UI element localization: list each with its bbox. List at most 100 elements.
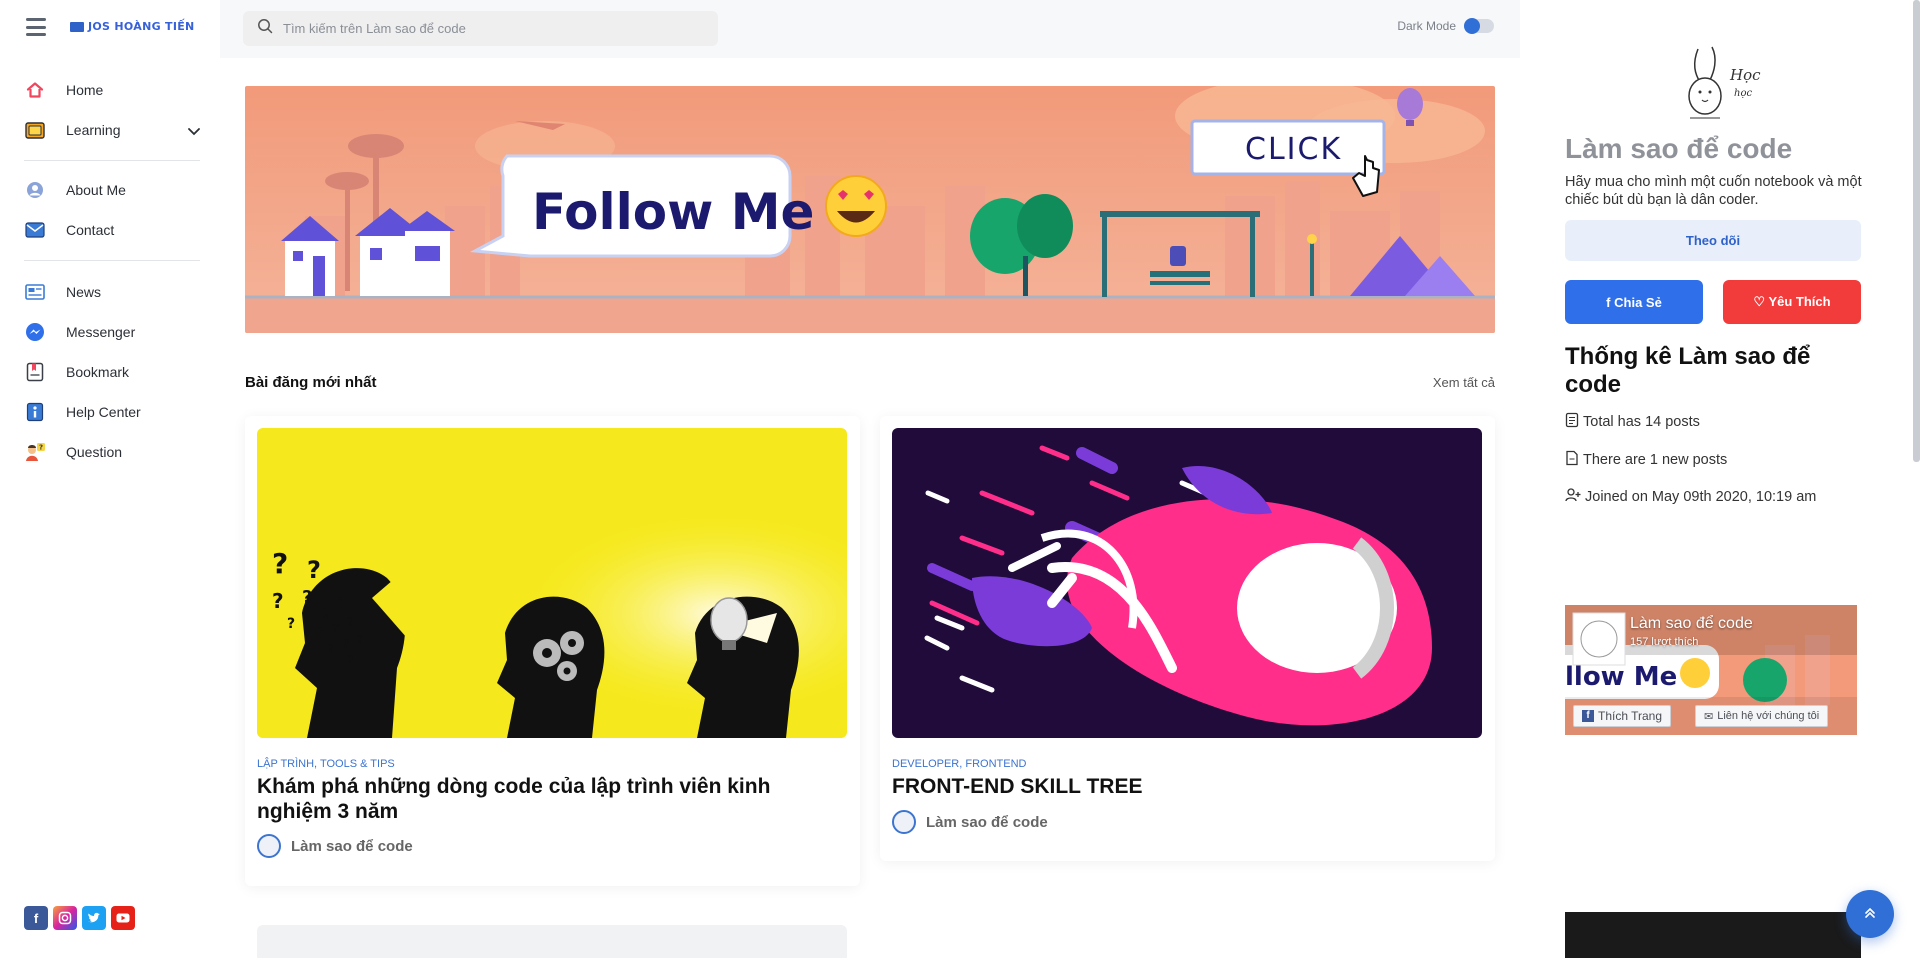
svg-text:học: học bbox=[1734, 88, 1752, 99]
sidebar-divider bbox=[24, 260, 200, 261]
post-card: ?? ?? ?? ?? ?? ?? ?? LẬP TRÌNH, TOOLS & … bbox=[245, 416, 860, 886]
share-button[interactable]: f Chia Sẻ bbox=[1565, 280, 1703, 324]
sidebar-divider bbox=[24, 160, 200, 161]
post-title[interactable]: FRONT-END SKILL TREE bbox=[892, 774, 1482, 799]
facebook-page-widget[interactable]: llow Me Làm sao để code 157 lượt thích f… bbox=[1565, 605, 1857, 735]
sidebar-item-question[interactable]: ? Question bbox=[24, 436, 200, 468]
svg-text:?: ? bbox=[39, 444, 43, 452]
site-name: Làm sao để code bbox=[1565, 133, 1793, 164]
page-scrollbar[interactable] bbox=[1913, 0, 1920, 462]
right-panel: Học học Làm sao để code Hãy mua cho mình… bbox=[1520, 0, 1920, 958]
sidebar-item-news[interactable]: News bbox=[24, 276, 200, 308]
dark-mode-label: Dark Mode bbox=[1397, 19, 1456, 33]
file-icon bbox=[1565, 450, 1579, 470]
avatar bbox=[892, 810, 916, 834]
bookmark-icon bbox=[24, 361, 46, 383]
search-icon bbox=[257, 18, 273, 39]
click-text: CLICK bbox=[1245, 132, 1342, 167]
svg-text:?: ? bbox=[347, 653, 353, 666]
fb-contact-label: Liên hệ với chúng tôi bbox=[1717, 710, 1820, 722]
sidebar-item-contact[interactable]: Contact bbox=[24, 214, 200, 246]
facebook-icon: f bbox=[1606, 294, 1615, 310]
svg-text:?: ? bbox=[322, 603, 331, 622]
svg-text:?: ? bbox=[302, 587, 312, 608]
sidebar-item-about-me[interactable]: About Me bbox=[24, 174, 200, 206]
post-thumbnail[interactable]: ?? ?? ?? ?? ?? ?? ?? bbox=[257, 428, 847, 738]
fb-page-name[interactable]: Làm sao để code bbox=[1630, 615, 1753, 633]
follow-me-banner[interactable]: Follow Me CLICK bbox=[245, 86, 1495, 333]
dark-mode-switch: Dark Mode bbox=[1397, 18, 1494, 34]
home-icon bbox=[24, 79, 46, 101]
info-icon bbox=[24, 401, 46, 423]
chevron-down-icon[interactable] bbox=[188, 123, 200, 141]
search-input[interactable] bbox=[283, 21, 703, 36]
flag-icon bbox=[70, 21, 84, 32]
author-name: Làm sao để code bbox=[291, 837, 413, 855]
svg-text:?: ? bbox=[342, 637, 349, 651]
menu-toggle-icon[interactable] bbox=[26, 18, 46, 36]
love-button[interactable]: ♡ Yêu Thích bbox=[1723, 280, 1861, 324]
sidebar-item-help-center[interactable]: Help Center bbox=[24, 396, 200, 428]
post-title[interactable]: Khám phá những dòng code của lập trình v… bbox=[257, 774, 847, 824]
svg-text:Học: Học bbox=[1729, 66, 1761, 84]
svg-text:?: ? bbox=[317, 626, 325, 642]
question-icon: ? bbox=[24, 441, 46, 463]
see-all-link[interactable]: Xem tất cả bbox=[1433, 375, 1495, 390]
double-chevron-up-icon bbox=[1863, 906, 1877, 923]
brand-name: JOS HOÀNG TIẾN bbox=[88, 20, 195, 33]
messenger-icon bbox=[24, 321, 46, 343]
stat-text: Total has 14 posts bbox=[1583, 414, 1700, 430]
love-label: Yêu Thích bbox=[1768, 294, 1831, 309]
share-label: Chia Sẻ bbox=[1614, 294, 1662, 310]
search-bar[interactable] bbox=[243, 11, 718, 46]
sidebar-item-home[interactable]: Home bbox=[24, 74, 200, 106]
post-category[interactable]: LẬP TRÌNH, TOOLS & TIPS bbox=[257, 758, 395, 770]
fb-like-label: Thích Trang bbox=[1598, 709, 1663, 723]
mail-icon bbox=[24, 219, 46, 241]
fb-contact-button[interactable]: ✉ Liên hệ với chúng tôi bbox=[1695, 705, 1829, 727]
post-author[interactable]: Làm sao để code bbox=[257, 834, 413, 858]
sidebar-item-messenger[interactable]: Messenger bbox=[24, 316, 200, 348]
sidebar-item-label: Contact bbox=[66, 222, 115, 238]
bunny-mascot-logo: Học học bbox=[1670, 44, 1780, 124]
scroll-to-top-button[interactable] bbox=[1846, 890, 1894, 938]
twitter-icon[interactable] bbox=[82, 906, 106, 930]
post-card-placeholder bbox=[257, 925, 847, 958]
left-sidebar: JOS HOÀNG TIẾN Home Learning About Me Co… bbox=[0, 0, 220, 958]
post-category[interactable]: DEVELOPER, FRONTEND bbox=[892, 758, 1026, 770]
dark-mode-toggle[interactable] bbox=[1464, 18, 1494, 34]
follow-text: Follow Me bbox=[532, 183, 814, 241]
facebook-icon[interactable]: f bbox=[24, 906, 48, 930]
svg-text:?: ? bbox=[307, 556, 321, 584]
sidebar-item-label: Help Center bbox=[66, 404, 141, 420]
stat-new-posts: There are 1 new posts bbox=[1565, 450, 1727, 470]
post-author[interactable]: Làm sao để code bbox=[892, 810, 1048, 834]
stats-title: Thống kê Làm sao để code bbox=[1565, 343, 1811, 398]
avatar bbox=[257, 834, 281, 858]
main-content: Follow Me CLICK Bài đăng mới nhất Xem tấ… bbox=[220, 58, 1520, 958]
fb-like-page-button[interactable]: f Thích Trang bbox=[1573, 705, 1672, 727]
sidebar-item-label: Question bbox=[66, 444, 123, 460]
youtube-icon[interactable] bbox=[111, 906, 135, 930]
stat-text: Joined on May 09th 2020, 10:19 am bbox=[1585, 489, 1817, 505]
follow-button[interactable]: Theo dõi bbox=[1565, 220, 1861, 261]
svg-text:?: ? bbox=[332, 622, 340, 637]
sidebar-item-bookmark[interactable]: Bookmark bbox=[24, 356, 200, 388]
sidebar-item-label: News bbox=[66, 284, 102, 300]
svg-text:llow Me: llow Me bbox=[1565, 662, 1677, 692]
instagram-icon[interactable] bbox=[53, 906, 77, 930]
sidebar-item-label: Messenger bbox=[66, 324, 136, 340]
svg-text:?: ? bbox=[287, 616, 295, 632]
svg-text:?: ? bbox=[272, 589, 284, 613]
latest-posts-header: Bài đăng mới nhất Xem tất cả bbox=[245, 374, 1495, 391]
facebook-icon: f bbox=[1582, 710, 1594, 722]
post-thumbnail[interactable] bbox=[892, 428, 1482, 738]
brand-logo[interactable]: JOS HOÀNG TIẾN bbox=[70, 20, 195, 33]
sidebar-item-label: Bookmark bbox=[66, 364, 130, 380]
news-icon bbox=[24, 281, 46, 303]
sidebar-item-label: About Me bbox=[66, 182, 126, 198]
sidebar-item-learning[interactable]: Learning bbox=[24, 114, 200, 146]
fb-like-count: 157 lượt thích bbox=[1630, 636, 1699, 648]
thumbnail-image: ?? ?? ?? ?? ?? ?? ?? bbox=[257, 428, 847, 738]
svg-text:?: ? bbox=[272, 547, 288, 580]
